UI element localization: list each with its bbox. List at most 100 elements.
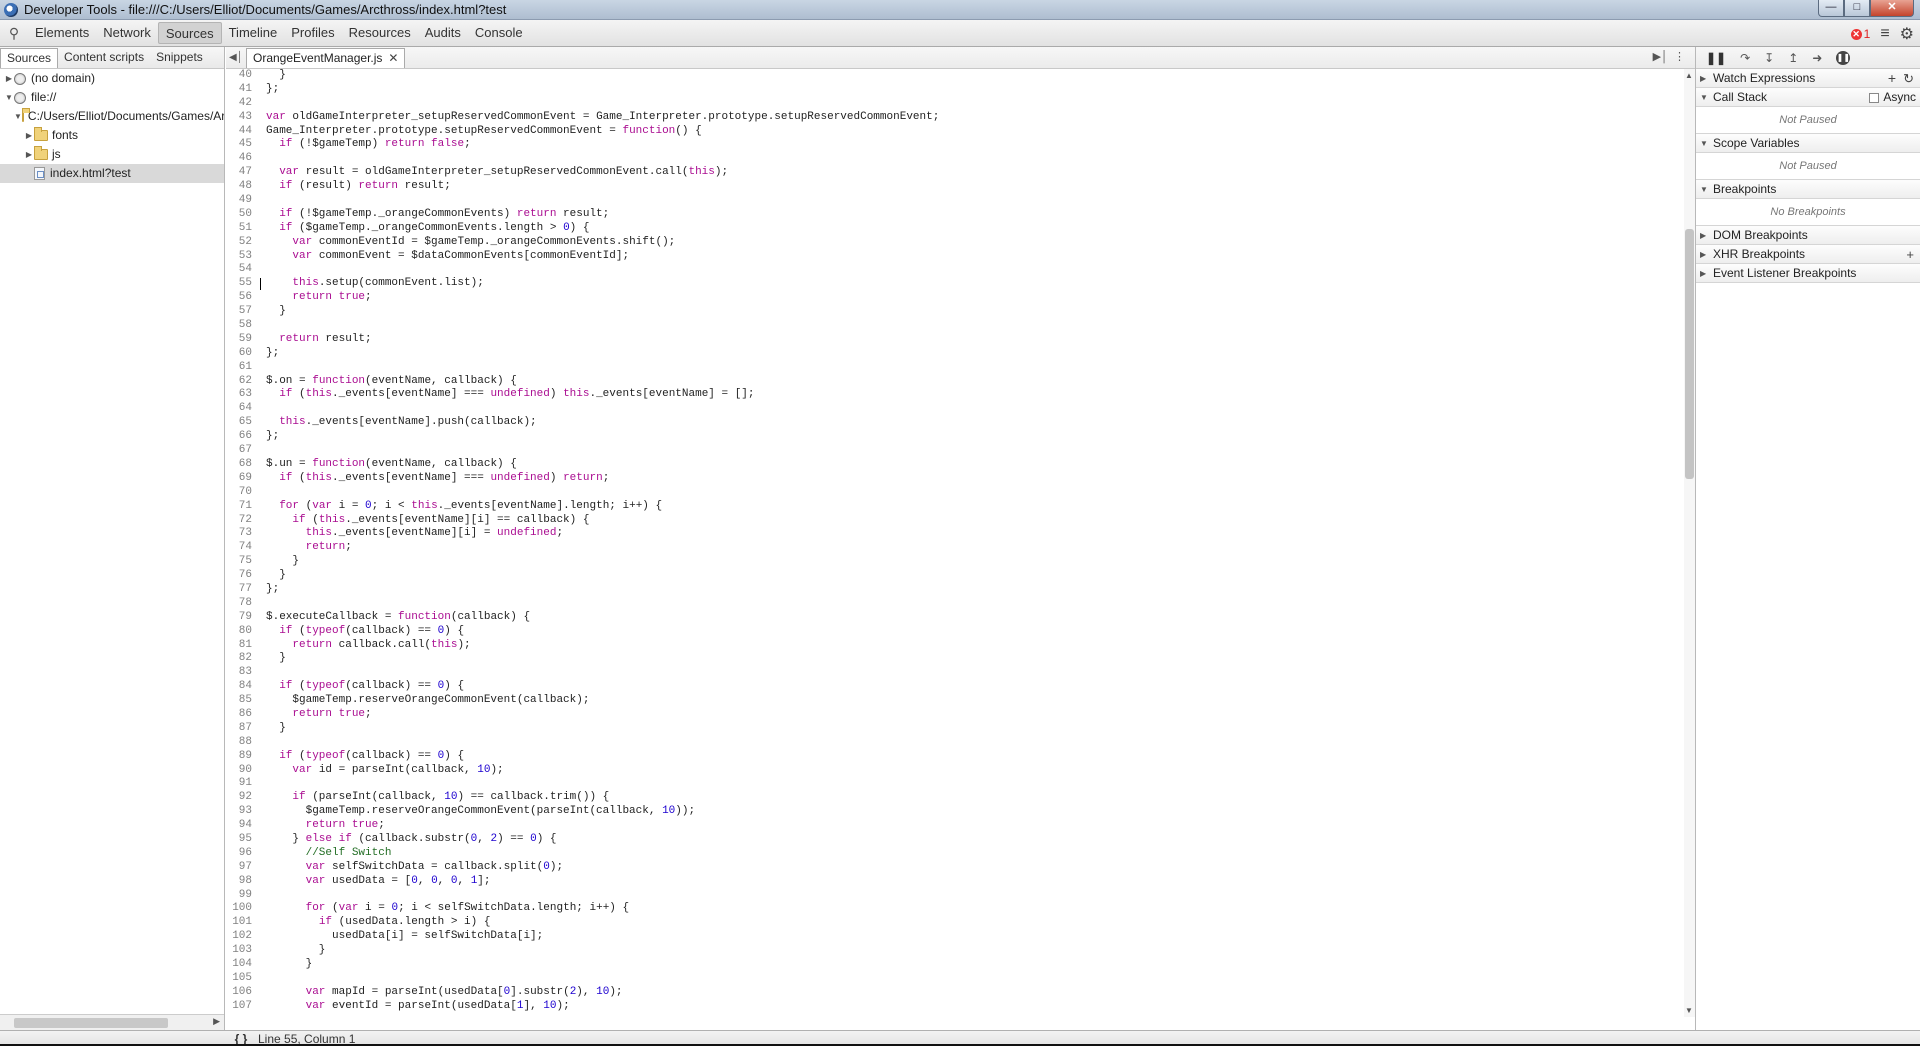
code-line[interactable]: 65 this._events[eventName].push(callback… <box>226 416 1685 430</box>
console-drawer-icon[interactable]: ≡ <box>1880 25 1889 43</box>
line-number[interactable]: 102 <box>226 930 252 944</box>
code-line[interactable]: 62 $.on = function(eventName, callback) { <box>226 375 1685 389</box>
line-number[interactable]: 73 <box>226 527 252 541</box>
code-line[interactable]: 86 return true; <box>226 708 1685 722</box>
line-number[interactable]: 81 <box>226 639 252 653</box>
collapsed-arrow-icon[interactable]: ▶ <box>24 145 34 164</box>
pause-on-exceptions-icon[interactable]: ❚❚ <box>1836 50 1851 65</box>
line-number[interactable]: 79 <box>226 611 252 625</box>
async-checkbox[interactable] <box>1869 92 1880 103</box>
code-line[interactable]: 66}; <box>226 430 1685 444</box>
scroll-down-arrow-icon[interactable]: ▼ <box>1685 1006 1693 1015</box>
line-number[interactable]: 49 <box>226 194 252 208</box>
scrollbar-thumb[interactable] <box>1685 229 1694 479</box>
minimize-button[interactable]: — <box>1818 0 1844 17</box>
code-line[interactable]: 50 if (!$gameTemp._orangeCommonEvents) r… <box>226 208 1685 222</box>
code-line[interactable]: 43 var oldGameInterpreter_setupReservedCo… <box>226 111 1685 125</box>
line-number[interactable]: 97 <box>226 861 252 875</box>
collapsed-arrow-icon[interactable]: ▶ <box>4 69 14 88</box>
code-line[interactable]: 41}; <box>226 83 1685 97</box>
line-number[interactable]: 47 <box>226 166 252 180</box>
code-line[interactable]: 69 if (this._events[eventName] === undef… <box>226 472 1685 486</box>
toggle-debugger-icon[interactable]: ▶│ <box>1653 50 1668 63</box>
deactivate-breakpoints-icon[interactable]: ➜ <box>1812 51 1822 65</box>
line-number[interactable]: 99 <box>226 889 252 903</box>
code-line[interactable]: 70 <box>226 486 1685 500</box>
code-line[interactable]: 44 Game_Interpreter.prototype.setupReserv… <box>226 125 1685 139</box>
line-number[interactable]: 107 <box>226 1000 252 1014</box>
line-number[interactable]: 89 <box>226 750 252 764</box>
collapsed-arrow-icon[interactable]: ▶ <box>1700 245 1713 264</box>
collapsed-arrow-icon[interactable]: ▶ <box>24 126 34 145</box>
line-number[interactable]: 90 <box>226 764 252 778</box>
navigator-scrollbar[interactable]: ▶ <box>0 1014 224 1030</box>
pane-header-dom[interactable]: ▶ DOM Breakpoints <box>1696 226 1920 245</box>
code-area[interactable]: 40 } 41}; 42 43 var oldGameInterpreter_setup… <box>226 69 1685 1017</box>
search-icon[interactable]: ⚲ <box>0 25 28 42</box>
add-watch-icon[interactable]: + <box>1888 69 1896 88</box>
code-line[interactable]: 52 var commonEventId = $gameTemp._orange… <box>226 236 1685 250</box>
line-number[interactable]: 66 <box>226 430 252 444</box>
code-line[interactable]: 49 <box>226 194 1685 208</box>
code-line[interactable]: 53 var commonEvent = $dataCommonEvents[c… <box>226 250 1685 264</box>
scroll-right-arrow-icon[interactable]: ▶ <box>213 1016 220 1027</box>
line-number[interactable]: 103 <box>226 944 252 958</box>
pane-header-scope[interactable]: ▼ Scope Variables <box>1696 134 1920 153</box>
line-number[interactable]: 98 <box>226 875 252 889</box>
add-xhr-breakpoint-icon[interactable]: + <box>1906 245 1914 264</box>
line-number[interactable]: 52 <box>226 236 252 250</box>
pane-header-callstack[interactable]: ▼ Call Stack Async <box>1696 88 1920 107</box>
line-number[interactable]: 95 <box>226 833 252 847</box>
refresh-icon[interactable]: ↻ <box>1903 69 1914 88</box>
pause-icon[interactable]: ❚❚ <box>1706 51 1726 65</box>
line-number[interactable]: 58 <box>226 319 252 333</box>
line-number[interactable]: 100 <box>226 902 252 916</box>
tab-sources-nav[interactable]: Sources <box>0 47 59 68</box>
code-line[interactable]: 48 if (result) return result; <box>226 180 1685 194</box>
line-number[interactable]: 62 <box>226 375 252 389</box>
maximize-button[interactable]: □ <box>1844 0 1870 17</box>
tab-timeline[interactable]: Timeline <box>222 22 285 44</box>
code-line[interactable]: 106 var mapId = parseInt(usedData[0].sub… <box>226 986 1685 1000</box>
code-line[interactable]: 63 if (this._events[eventName] === undef… <box>226 388 1685 402</box>
line-number[interactable]: 59 <box>226 333 252 347</box>
line-number[interactable]: 93 <box>226 805 252 819</box>
pane-header-breakpoints[interactable]: ▼ Breakpoints <box>1696 180 1920 199</box>
code-line[interactable]: 100 for (var i = 0; i < selfSwitchData.l… <box>226 902 1685 916</box>
code-line[interactable]: 75 } <box>226 555 1685 569</box>
editor-file-tab[interactable]: OrangeEventManager.js ✕ <box>246 47 406 68</box>
code-line[interactable]: 102 usedData[i] = selfSwitchData[i]; <box>226 930 1685 944</box>
line-number[interactable]: 51 <box>226 222 252 236</box>
line-number[interactable]: 64 <box>226 402 252 416</box>
scrollbar-thumb[interactable] <box>14 1018 168 1028</box>
line-number[interactable]: 46 <box>226 152 252 166</box>
tab-profiles[interactable]: Profiles <box>284 22 341 44</box>
code-line[interactable]: 74 return; <box>226 541 1685 555</box>
code-line[interactable]: 95 } else if (callback.substr(0, 2) == 0… <box>226 833 1685 847</box>
code-line[interactable]: 64 <box>226 402 1685 416</box>
error-counter[interactable]: ✕ 1 <box>1850 27 1870 41</box>
async-toggle[interactable]: Async <box>1869 88 1916 107</box>
tab-sources[interactable]: Sources <box>157 22 222 44</box>
line-number[interactable]: 84 <box>226 680 252 694</box>
line-number[interactable]: 86 <box>226 708 252 722</box>
code-line[interactable]: 45 if (!$gameTemp) return false; <box>226 138 1685 152</box>
code-line[interactable]: 60}; <box>226 347 1685 361</box>
step-into-icon[interactable]: ↧ <box>1764 51 1774 65</box>
code-line[interactable]: 81 return callback.call(this); <box>226 639 1685 653</box>
code-line[interactable]: 68 $.un = function(eventName, callback) { <box>226 458 1685 472</box>
line-number[interactable]: 69 <box>226 472 252 486</box>
code-line[interactable]: 84 if (typeof(callback) == 0) { <box>226 680 1685 694</box>
code-line[interactable]: 82 } <box>226 652 1685 666</box>
tree-item[interactable]: ▶ (no domain) <box>0 69 224 88</box>
code-line[interactable]: 61 <box>226 361 1685 375</box>
expanded-arrow-icon[interactable]: ▼ <box>14 107 22 126</box>
expanded-arrow-icon[interactable]: ▼ <box>1700 88 1713 107</box>
line-number[interactable]: 91 <box>226 777 252 791</box>
line-number[interactable]: 92 <box>226 791 252 805</box>
more-tabs-icon[interactable]: ⋮ <box>1674 50 1685 63</box>
line-number[interactable]: 42 <box>226 97 252 111</box>
line-number[interactable]: 96 <box>226 847 252 861</box>
line-number[interactable]: 45 <box>226 138 252 152</box>
code-line[interactable]: 54 <box>226 263 1685 277</box>
